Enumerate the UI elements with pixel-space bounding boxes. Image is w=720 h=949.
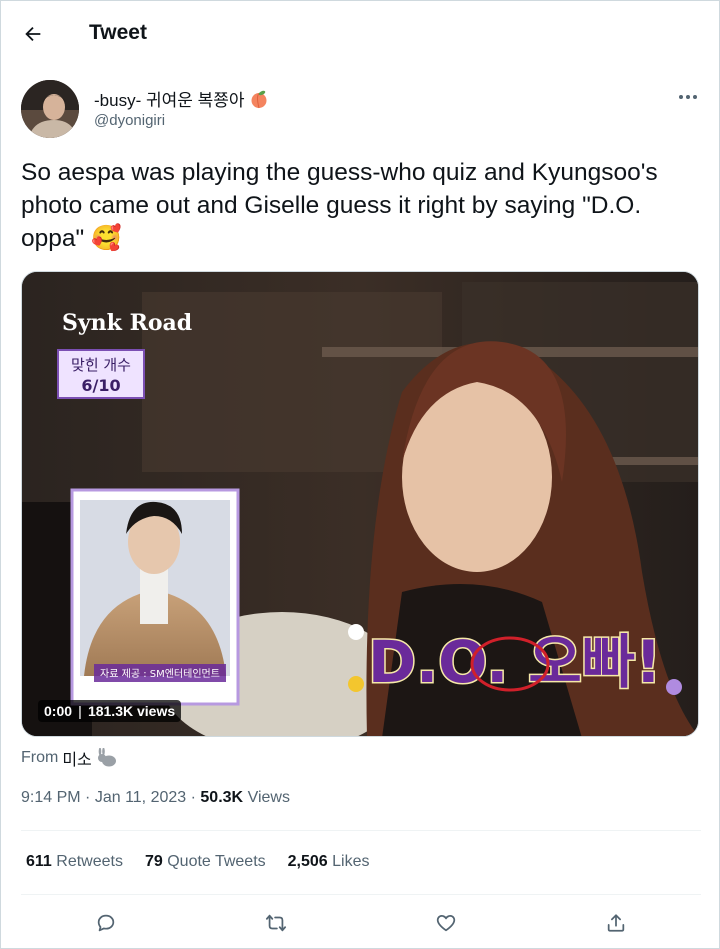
rabbit-icon bbox=[97, 748, 116, 767]
author-handle[interactable]: @dyonigiri bbox=[94, 112, 165, 129]
score-label: 맞힌 개수 bbox=[71, 356, 131, 374]
heart-icon bbox=[436, 914, 456, 932]
reply-button[interactable] bbox=[89, 906, 123, 940]
share-icon bbox=[607, 914, 625, 932]
video-time-badge: 0:00 | 181.3K views bbox=[38, 700, 182, 722]
reply-icon bbox=[97, 914, 115, 932]
back-button[interactable] bbox=[15, 19, 51, 49]
retweet-icon bbox=[265, 914, 287, 932]
more-dots-icon bbox=[679, 95, 697, 99]
views-label: Views bbox=[247, 789, 290, 806]
views-count: 50.3K bbox=[200, 789, 244, 806]
tweet-page: Tweet -busy- 귀여운 복쭁아 @dyonigiri So aespa… bbox=[0, 0, 720, 949]
from-name[interactable]: 미소 bbox=[62, 746, 91, 770]
action-bar bbox=[1, 906, 720, 940]
video-frame: Synk Road 맞힌 개수 6/10 자료 제공 : SM엔터테인먼트 D.… bbox=[22, 272, 698, 736]
retweets-stat[interactable]: 611 Retweets bbox=[26, 853, 123, 871]
divider bbox=[21, 830, 701, 831]
score-value: 6/10 bbox=[81, 376, 120, 395]
peach-icon bbox=[251, 90, 267, 108]
divider bbox=[21, 894, 701, 895]
like-button[interactable] bbox=[429, 906, 463, 940]
video-views: 181.3K views bbox=[87, 703, 176, 719]
arrow-left-icon bbox=[25, 26, 41, 42]
engagement-stats: 611 Retweets 79 Quote Tweets 2,506 Likes bbox=[26, 853, 370, 871]
more-button[interactable] bbox=[673, 85, 703, 109]
tweet-time[interactable]: 9:14 PM bbox=[21, 789, 81, 806]
media-source: From 미소 bbox=[21, 746, 118, 770]
quote-tweets-stat[interactable]: 79 Quote Tweets bbox=[145, 853, 266, 871]
video-time: 0:00 bbox=[44, 703, 73, 719]
tweet-date[interactable]: Jan 11, 2023 bbox=[95, 789, 186, 806]
card-credit: 자료 제공 : SM엔터테인먼트 bbox=[100, 668, 220, 680]
show-logo: Synk Road bbox=[62, 310, 192, 336]
video-player[interactable]: Synk Road 맞힌 개수 6/10 자료 제공 : SM엔터테인먼트 D.… bbox=[21, 271, 699, 737]
tweet-meta: 9:14 PM · Jan 11, 2023 · 50.3K Views bbox=[21, 789, 290, 806]
share-button[interactable] bbox=[599, 906, 633, 940]
from-label: From bbox=[21, 749, 59, 766]
tweet-text: So aespa was playing the guess-who quiz … bbox=[21, 159, 658, 252]
author-display-name[interactable]: -busy- 귀여운 복쭁아 bbox=[94, 86, 269, 111]
header: Tweet bbox=[1, 1, 720, 67]
avatar[interactable] bbox=[21, 80, 79, 138]
likes-stat[interactable]: 2,506 Likes bbox=[288, 853, 370, 871]
author-name-text: -busy- 귀여운 복쭁아 bbox=[94, 91, 245, 110]
retweet-button[interactable] bbox=[259, 906, 293, 940]
page-title: Tweet bbox=[89, 21, 147, 44]
